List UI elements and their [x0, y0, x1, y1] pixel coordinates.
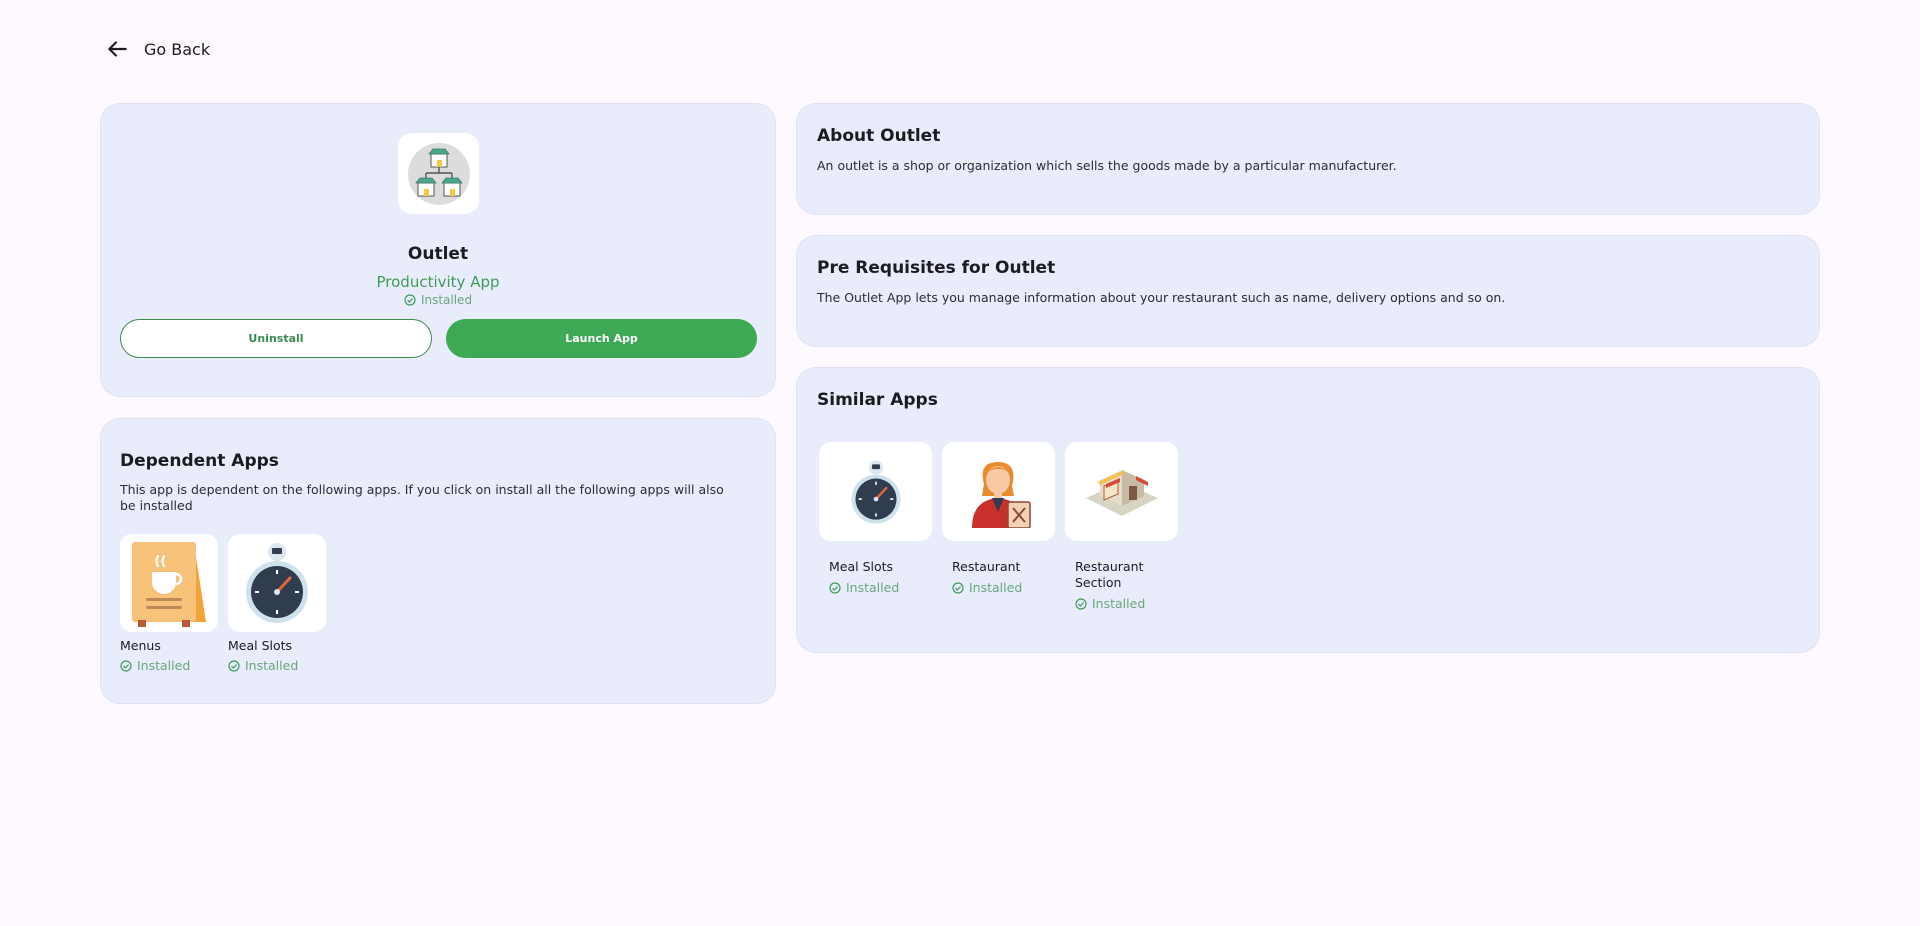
app-category: Productivity App: [376, 273, 500, 291]
similar-app-name: Restaurant Section: [1075, 559, 1144, 590]
similar-apps-title: Similar Apps: [817, 390, 938, 410]
prerequisites-text: The Outlet App lets you manage informati…: [817, 290, 1506, 305]
check-circle-icon: [1075, 597, 1087, 610]
similar-app-status-label: Installed: [969, 580, 1023, 595]
app-tile[interactable]: [120, 534, 218, 632]
dependent-apps-card: Dependent Apps This app is dependent on …: [100, 418, 776, 704]
similar-app-name: Restaurant: [952, 559, 1021, 574]
prerequisites-title: Pre Requisites for Outlet: [817, 258, 1056, 278]
similar-app-status: Installed: [1065, 596, 1178, 611]
similar-app-status-label: Installed: [1092, 596, 1146, 611]
prerequisites-card: Pre Requisites for Outlet The Outlet App…: [796, 235, 1820, 347]
similar-app-meal-slots: Meal Slots Installed: [819, 442, 932, 595]
dependent-app-meal-slots: Meal Slots Installed: [228, 534, 326, 673]
app-status-label: Installed: [420, 293, 473, 307]
dependent-app-status: Installed: [228, 658, 326, 673]
app-tile[interactable]: [1065, 442, 1178, 541]
similar-app-status: Installed: [819, 580, 932, 595]
check-circle-icon: [404, 294, 416, 306]
check-circle-icon: [952, 581, 964, 594]
check-circle-icon: [120, 659, 132, 672]
dependent-app-status-label: Installed: [245, 658, 299, 673]
dependent-app-name: Menus: [120, 638, 161, 653]
similar-app-status: Installed: [942, 580, 1055, 595]
app-install-status: Installed: [101, 293, 775, 307]
dependent-app-status-label: Installed: [137, 658, 191, 673]
similar-app-status-label: Installed: [846, 580, 900, 595]
dependent-app-status: Installed: [120, 658, 218, 673]
app-tile[interactable]: [819, 442, 932, 541]
go-back-button[interactable]: Go Back: [104, 36, 210, 62]
stopwatch-icon: [246, 543, 308, 623]
app-summary-card: Outlet Productivity App Installed Uninst…: [100, 103, 776, 397]
dependent-app-menus: Menus Installed: [120, 534, 218, 673]
outlet-icon: [407, 142, 470, 205]
similar-apps-card: Similar Apps Meal Slots Installed Restau…: [796, 367, 1820, 653]
about-card: About Outlet An outlet is a shop or orga…: [796, 103, 1820, 215]
check-circle-icon: [829, 581, 841, 594]
check-circle-icon: [228, 659, 240, 672]
app-details-page: Go Back Outlet Productivity App Installe…: [0, 0, 1920, 926]
menu-board-icon: [132, 542, 206, 627]
app-tile[interactable]: [228, 534, 326, 632]
app-icon-tile: [398, 133, 479, 214]
go-back-label: Go Back: [144, 39, 211, 59]
similar-app-name: Meal Slots: [829, 559, 894, 574]
arrow-left-icon: [108, 41, 127, 57]
app-tile[interactable]: [942, 442, 1055, 541]
app-name: Outlet: [407, 244, 469, 264]
restaurant-building-icon: [1085, 469, 1158, 516]
dependent-apps-title: Dependent Apps: [120, 451, 279, 471]
stopwatch-icon: [850, 459, 901, 524]
similar-app-restaurant: Restaurant Installed: [942, 442, 1055, 595]
dependent-app-name: Meal Slots: [228, 638, 293, 653]
uninstall-button[interactable]: Uninstall: [120, 319, 432, 358]
dependent-apps-description: This app is dependent on the following a…: [120, 482, 724, 513]
about-title: About Outlet: [817, 126, 941, 146]
about-text: An outlet is a shop or organization whic…: [817, 158, 1397, 173]
restaurant-staff-icon: [971, 461, 1031, 528]
launch-app-button[interactable]: Launch App: [446, 319, 757, 358]
similar-app-restaurant-section: Restaurant Section Installed: [1065, 442, 1178, 611]
